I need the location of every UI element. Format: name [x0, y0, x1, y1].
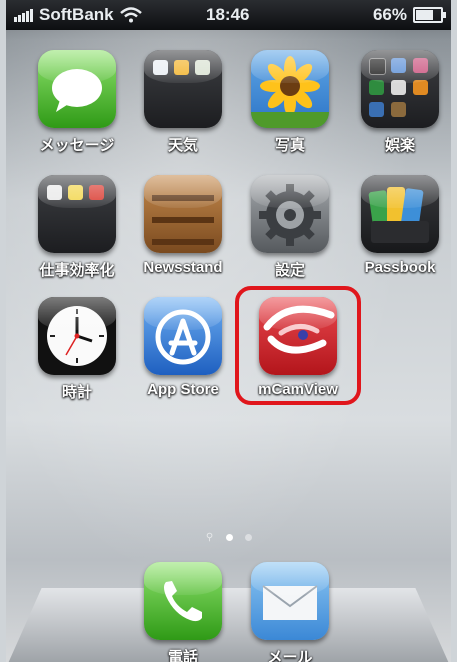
- dock-app-phone[interactable]: 電話: [133, 562, 233, 662]
- newsstand-icon: [144, 175, 222, 253]
- app-label: 時計: [61, 384, 92, 401]
- app-label: App Store: [147, 381, 219, 398]
- app-label: メール: [267, 649, 313, 662]
- battery-percent: 66%: [372, 5, 407, 24]
- status-left: SoftBank: [14, 5, 142, 25]
- app-label: 電話: [167, 649, 198, 662]
- status-right: 66%: [372, 5, 446, 25]
- app-productivity-folder[interactable]: 仕事効率化: [27, 175, 127, 280]
- weather-folder-icon: [144, 50, 222, 128]
- signal-icon: [14, 8, 33, 22]
- app-store-icon: [144, 297, 222, 375]
- battery-fill: [416, 10, 434, 20]
- app-clock[interactable]: 時計: [27, 297, 127, 402]
- app-entertainment-folder[interactable]: 娯楽: [350, 50, 450, 155]
- clock-time: 18:46: [206, 5, 250, 24]
- home-screen: SoftBank 18:46 66% メッセージ 天気 写真 娯楽 仕事効率化 …: [6, 0, 451, 662]
- app-weather-folder[interactable]: 天気: [133, 50, 233, 155]
- entertainment-folder-icon: [361, 50, 439, 128]
- battery-icon: [413, 7, 446, 23]
- app-label: 娯楽: [384, 137, 415, 154]
- spotlight-search-icon[interactable]: ⚲: [206, 532, 214, 543]
- passbook-icon: [361, 175, 439, 253]
- page-indicator[interactable]: ⚲: [6, 532, 451, 543]
- app-label: メッセージ: [39, 137, 115, 154]
- dock-app-mail[interactable]: メール: [240, 562, 340, 662]
- app-label: 設定: [274, 262, 305, 279]
- status-bar: SoftBank 18:46 66%: [6, 0, 451, 30]
- productivity-folder-icon: [38, 175, 116, 253]
- highlight-frame: [235, 286, 361, 405]
- app-messages[interactable]: メッセージ: [27, 50, 127, 155]
- app-label: 写真: [274, 137, 305, 154]
- app-label: Passbook: [364, 259, 436, 276]
- clock-icon: [38, 297, 116, 375]
- wifi-icon: [119, 7, 142, 23]
- app-label: 天気: [167, 137, 198, 154]
- app-settings[interactable]: 設定: [240, 175, 340, 280]
- mail-icon: [251, 562, 329, 640]
- page-dot[interactable]: [244, 534, 252, 541]
- settings-icon: [251, 175, 329, 253]
- app-label: Newsstand: [143, 259, 223, 276]
- app-app-store[interactable]: App Store: [133, 297, 233, 398]
- photos-icon: [251, 50, 329, 128]
- messages-icon: [38, 50, 116, 128]
- app-passbook[interactable]: Passbook: [350, 175, 450, 276]
- app-photos[interactable]: 写真: [240, 50, 340, 155]
- page-dot-current[interactable]: [225, 534, 233, 541]
- carrier-name: SoftBank: [39, 5, 114, 24]
- app-label: 仕事効率化: [39, 262, 115, 279]
- app-newsstand[interactable]: Newsstand: [133, 175, 233, 276]
- phone-icon: [144, 562, 222, 640]
